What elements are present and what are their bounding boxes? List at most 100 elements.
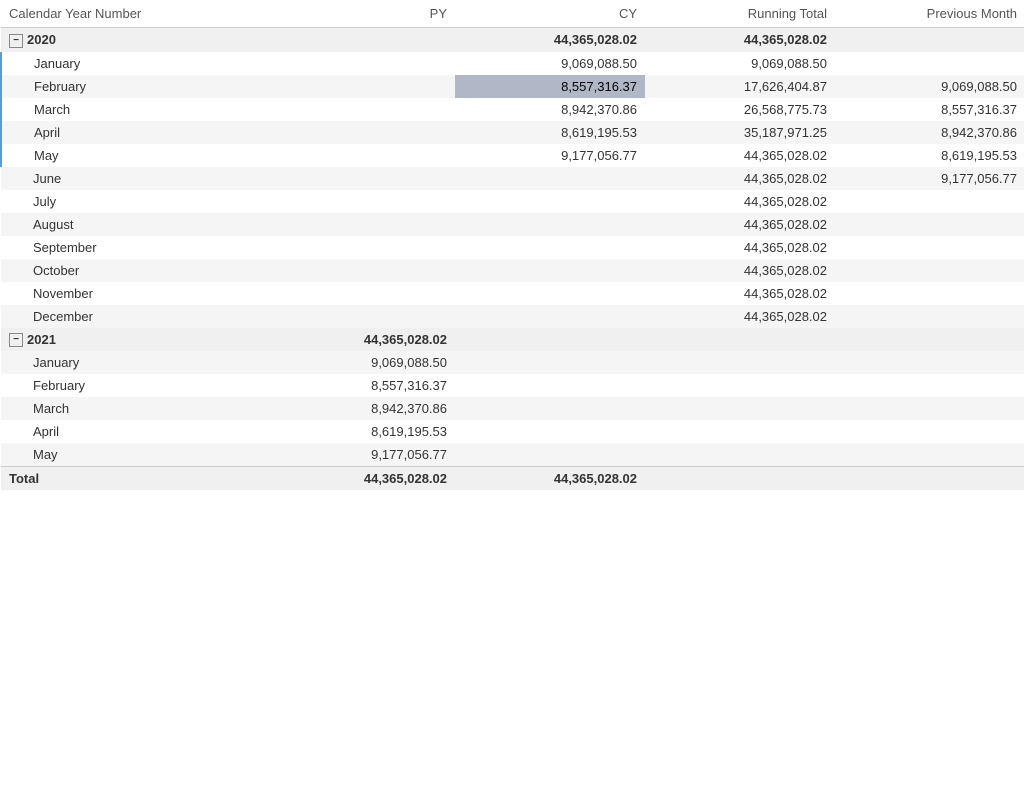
month-cy-value: 8,619,195.53 xyxy=(455,121,645,144)
month-rt-value: 35,187,971.25 xyxy=(645,121,835,144)
month-rt-value xyxy=(645,420,835,443)
month-cy-value xyxy=(455,305,645,328)
month-cy-value xyxy=(455,351,645,374)
month-rt-value: 9,069,088.50 xyxy=(645,52,835,75)
month-label: September xyxy=(1,236,265,259)
month-py-value: 8,942,370.86 xyxy=(265,397,455,420)
collapse-icon[interactable]: − xyxy=(9,34,23,48)
month-row: March8,942,370.8626,568,775.738,557,316.… xyxy=(1,98,1024,121)
month-row: October44,365,028.02 xyxy=(1,259,1024,282)
month-rt-value: 44,365,028.02 xyxy=(645,167,835,190)
month-rt-value: 44,365,028.02 xyxy=(645,305,835,328)
month-pm-value xyxy=(835,190,1024,213)
month-label: July xyxy=(1,190,265,213)
header-py: PY xyxy=(265,0,455,28)
total-label: Total xyxy=(1,467,265,491)
month-rt-value: 17,626,404.87 xyxy=(645,75,835,98)
month-py-value xyxy=(265,236,455,259)
month-label: June xyxy=(1,167,265,190)
data-table: Calendar Year Number PY CY Running Total… xyxy=(0,0,1024,490)
month-label: November xyxy=(1,282,265,305)
month-row: July 44,365,028.02 xyxy=(1,190,1024,213)
month-py-value xyxy=(265,305,455,328)
month-row: January9,069,088.509,069,088.50 xyxy=(1,52,1024,75)
year-py-value: 44,365,028.02 xyxy=(265,328,455,352)
month-cy-value xyxy=(455,374,645,397)
month-cy-value xyxy=(455,236,645,259)
month-row: December44,365,028.02 xyxy=(1,305,1024,328)
month-pm-value xyxy=(835,443,1024,467)
month-label: March xyxy=(1,397,265,420)
month-py-value xyxy=(265,282,455,305)
month-label: May xyxy=(1,144,265,167)
total-py-value: 44,365,028.02 xyxy=(265,467,455,491)
month-rt-value: 26,568,775.73 xyxy=(645,98,835,121)
header-calendar-year-number: Calendar Year Number xyxy=(1,0,265,28)
month-py-value: 9,177,056.77 xyxy=(265,443,455,467)
month-pm-value: 9,177,056.77 xyxy=(835,167,1024,190)
header-row: Calendar Year Number PY CY Running Total… xyxy=(1,0,1024,28)
month-row: May9,177,056.7744,365,028.028,619,195.53 xyxy=(1,144,1024,167)
month-py-value xyxy=(265,190,455,213)
month-rt-value xyxy=(645,374,835,397)
month-pm-value: 9,069,088.50 xyxy=(835,75,1024,98)
total-cy-value: 44,365,028.02 xyxy=(455,467,645,491)
month-pm-value xyxy=(835,282,1024,305)
year-label: −2021 xyxy=(1,328,265,352)
report-container: Calendar Year Number PY CY Running Total… xyxy=(0,0,1024,798)
total-row: Total44,365,028.0244,365,028.02 xyxy=(1,467,1024,491)
year-pm-value xyxy=(835,28,1024,52)
year-label-text: 2020 xyxy=(27,32,56,47)
month-py-value xyxy=(265,213,455,236)
month-row: November44,365,028.02 xyxy=(1,282,1024,305)
header-running-total: Running Total xyxy=(645,0,835,28)
month-row: February8,557,316.3717,626,404.879,069,0… xyxy=(1,75,1024,98)
month-py-value xyxy=(265,52,455,75)
month-label: April xyxy=(1,121,265,144)
month-row: May9,177,056.77 xyxy=(1,443,1024,467)
month-py-value: 8,619,195.53 xyxy=(265,420,455,443)
month-rt-value xyxy=(645,351,835,374)
year-rt-value xyxy=(645,328,835,352)
month-row: February8,557,316.37 xyxy=(1,374,1024,397)
header-previous-month: Previous Month xyxy=(835,0,1024,28)
year-row: −202144,365,028.02 xyxy=(1,328,1024,352)
month-row: June 44,365,028.029,177,056.77 xyxy=(1,167,1024,190)
month-row: September 44,365,028.02 xyxy=(1,236,1024,259)
year-label-text: 2021 xyxy=(27,332,56,347)
month-py-value xyxy=(265,75,455,98)
month-pm-value xyxy=(835,374,1024,397)
month-py-value: 9,069,088.50 xyxy=(265,351,455,374)
month-row: August44,365,028.02 xyxy=(1,213,1024,236)
month-pm-value: 8,557,316.37 xyxy=(835,98,1024,121)
collapse-icon[interactable]: − xyxy=(9,333,23,347)
month-pm-value: 8,619,195.53 xyxy=(835,144,1024,167)
month-cy-value: 9,177,056.77 xyxy=(455,144,645,167)
month-py-value xyxy=(265,259,455,282)
month-label: February xyxy=(1,374,265,397)
month-py-value: 8,557,316.37 xyxy=(265,374,455,397)
month-py-value xyxy=(265,121,455,144)
month-rt-value: 44,365,028.02 xyxy=(645,213,835,236)
month-pm-value xyxy=(835,305,1024,328)
month-pm-value: 8,942,370.86 xyxy=(835,121,1024,144)
month-rt-value: 44,365,028.02 xyxy=(645,190,835,213)
month-label: May xyxy=(1,443,265,467)
month-cy-value xyxy=(455,167,645,190)
year-row: −202044,365,028.0244,365,028.02 xyxy=(1,28,1024,52)
month-rt-value: 44,365,028.02 xyxy=(645,236,835,259)
month-cy-value xyxy=(455,443,645,467)
month-cy-value xyxy=(455,213,645,236)
month-pm-value xyxy=(835,351,1024,374)
year-py-value xyxy=(265,28,455,52)
month-pm-value xyxy=(835,397,1024,420)
month-pm-value xyxy=(835,236,1024,259)
month-cy-value xyxy=(455,397,645,420)
month-cy-value: 9,069,088.50 xyxy=(455,52,645,75)
header-cy: CY xyxy=(455,0,645,28)
total-pm-value xyxy=(835,467,1024,491)
month-pm-value xyxy=(835,213,1024,236)
month-cy-value xyxy=(455,259,645,282)
month-cy-value xyxy=(455,190,645,213)
month-row: January9,069,088.50 xyxy=(1,351,1024,374)
